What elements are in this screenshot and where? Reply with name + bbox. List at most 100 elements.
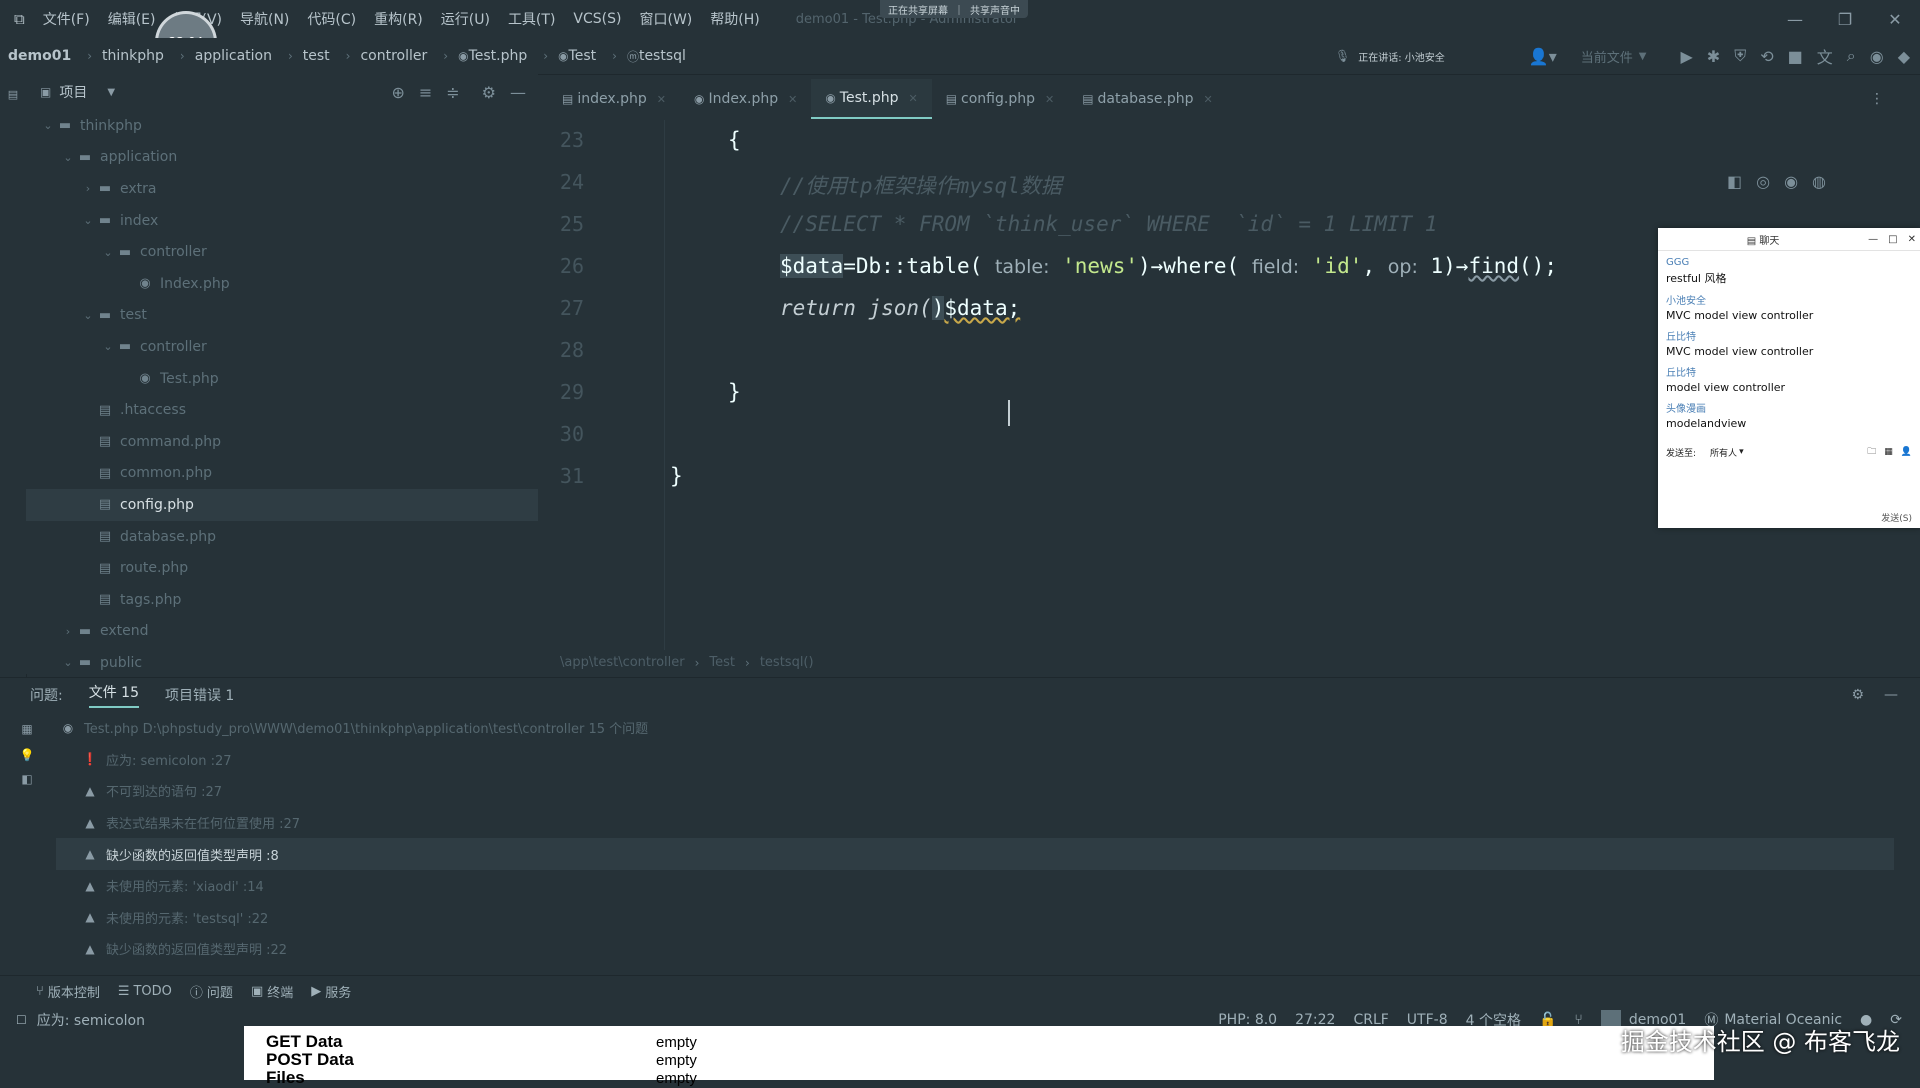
- tool-version-control[interactable]: 版本控制: [48, 982, 100, 1001]
- crumb-class[interactable]: Test: [709, 655, 735, 670]
- crumb-method[interactable]: testsql(): [760, 655, 814, 670]
- edge-icon[interactable]: ◍: [1812, 172, 1826, 191]
- close-tab-icon[interactable]: ✕: [657, 93, 666, 106]
- chevron-down-icon[interactable]: ⌄: [40, 119, 56, 132]
- problem-item[interactable]: ▲ 未使用的元素: 'testsql' :22: [56, 902, 1894, 934]
- tool-terminal[interactable]: 终端: [267, 982, 293, 1001]
- terminal-icon[interactable]: ▣: [251, 984, 263, 999]
- breadcrumb-item-4[interactable]: controller: [360, 48, 427, 64]
- tree-item[interactable]: ▤ common.php: [26, 458, 538, 490]
- close-tab-icon[interactable]: ✕: [1045, 93, 1054, 106]
- minimize-icon[interactable]: —: [1868, 234, 1878, 245]
- tree-item[interactable]: ▤ command.php: [26, 426, 538, 458]
- user-icon[interactable]: 👤▾: [1529, 47, 1557, 66]
- problems-file-header[interactable]: ◉ Test.php D:\phpstudy_pro\WWW\demo01\th…: [56, 712, 1894, 744]
- breadcrumb-item-2[interactable]: application: [195, 48, 272, 64]
- stop-icon[interactable]: ■: [1788, 47, 1803, 66]
- menu-item-9[interactable]: 窗口(W): [639, 9, 692, 29]
- problem-item[interactable]: ❗ 应为: semicolon :27: [56, 744, 1894, 776]
- chevron-down-icon[interactable]: ▼: [1639, 51, 1647, 62]
- chevron-down-icon[interactable]: ▾: [1739, 447, 1744, 457]
- close-tab-icon[interactable]: ✕: [908, 92, 917, 105]
- project-tool-icon[interactable]: ▤: [0, 88, 26, 101]
- restore-icon[interactable]: ❐: [1820, 10, 1870, 29]
- phpstorm-preview-icon[interactable]: ◧: [1727, 172, 1742, 191]
- settings-icon[interactable]: ◉: [1870, 47, 1884, 66]
- run-icon[interactable]: ▶: [1680, 47, 1692, 66]
- lightbulb-icon[interactable]: 💡: [0, 748, 54, 762]
- tree-item[interactable]: ⌄ ▬ index: [26, 205, 538, 237]
- tree-item[interactable]: › ▬ extra: [26, 173, 538, 205]
- firefox-icon[interactable]: ◉: [1784, 172, 1798, 191]
- translate-icon[interactable]: 文: [1817, 44, 1833, 68]
- chevron-right-icon[interactable]: ›: [60, 625, 76, 638]
- chevron-down-icon[interactable]: ⌄: [100, 246, 116, 259]
- breadcrumb-item-5[interactable]: Test.php: [469, 48, 528, 64]
- chrome-icon[interactable]: ◎: [1756, 172, 1770, 191]
- hide-panel-icon[interactable]: —: [1884, 687, 1898, 703]
- tool-todo[interactable]: TODO: [133, 984, 171, 999]
- hide-panel-icon[interactable]: —: [510, 83, 526, 102]
- problem-item[interactable]: ▲ 表达式结果未在任何位置使用 :27: [56, 807, 1894, 839]
- menu-item-3[interactable]: 导航(N): [240, 9, 289, 29]
- tree-item[interactable]: › ▬ extend: [26, 616, 538, 648]
- tree-item[interactable]: ▤ tags.php: [26, 584, 538, 616]
- problem-item[interactable]: ▲ 不可到达的语句 :27: [56, 775, 1894, 807]
- problem-item[interactable]: ▲ 缺少函数的返回值类型声明 :8: [56, 838, 1894, 870]
- send-to-select[interactable]: 所有人: [1710, 446, 1737, 459]
- menu-item-6[interactable]: 运行(U): [441, 9, 490, 29]
- group-icon[interactable]: ▦: [0, 722, 54, 736]
- problem-item[interactable]: ▲ 缺少函数的返回值类型声明 :22: [56, 933, 1894, 965]
- tree-item[interactable]: ◉ Test.php: [26, 363, 538, 395]
- project-panel-title[interactable]: 项目: [59, 82, 87, 102]
- tree-item[interactable]: ⌄ ▬ thinkphp: [26, 110, 538, 142]
- expand-all-icon[interactable]: ≡: [419, 83, 432, 102]
- chevron-down-icon[interactable]: ⌄: [60, 151, 76, 164]
- tab-0[interactable]: ▤ index.php ✕: [548, 80, 680, 118]
- close-icon[interactable]: ✕: [1908, 234, 1916, 245]
- collapse-all-icon[interactable]: ≑: [446, 83, 459, 102]
- problems-icon[interactable]: ⓘ: [190, 982, 203, 1001]
- preview-icon[interactable]: ◧: [0, 772, 54, 786]
- screenshot-icon[interactable]: ▦: [1884, 447, 1893, 457]
- status-checkbox-icon[interactable]: ☐: [16, 1013, 27, 1027]
- minimize-icon[interactable]: —: [1770, 10, 1820, 29]
- tab-project-errors[interactable]: 项目错误 1: [165, 685, 234, 705]
- run-config-select[interactable]: 当前文件: [1581, 47, 1633, 66]
- chevron-down-icon[interactable]: ⌄: [100, 340, 116, 353]
- chevron-down-icon[interactable]: ⌄: [80, 214, 96, 227]
- search-icon[interactable]: ⌕: [1847, 46, 1856, 66]
- gear-icon[interactable]: ⚙: [1851, 687, 1864, 703]
- tab-1[interactable]: ◉ Index.php ✕: [680, 80, 811, 118]
- menu-item-5[interactable]: 重构(R): [374, 9, 423, 29]
- tree-item[interactable]: ⌄ ▬ test: [26, 300, 538, 332]
- tab-file-problems[interactable]: 文件 15: [88, 682, 139, 708]
- crumb-namespace[interactable]: \app\test\controller: [560, 655, 685, 670]
- breadcrumb-item-0[interactable]: demo01: [8, 48, 71, 64]
- tree-item[interactable]: ▤ database.php: [26, 521, 538, 553]
- tab-4[interactable]: ▤ database.php ✕: [1068, 80, 1227, 118]
- close-tab-icon[interactable]: ✕: [788, 93, 797, 106]
- tree-item[interactable]: ▤ .htaccess: [26, 394, 538, 426]
- close-tab-icon[interactable]: ✕: [1204, 93, 1213, 106]
- menu-item-1[interactable]: 编辑(E): [108, 9, 156, 29]
- problem-item[interactable]: ▲ 未使用的元素: 'xiaodi' :14: [56, 870, 1894, 902]
- close-icon[interactable]: ✕: [1870, 10, 1920, 29]
- tree-item[interactable]: ▤ config.php: [26, 489, 538, 521]
- plugin-icon[interactable]: ◆: [1898, 47, 1910, 66]
- tree-item[interactable]: ▤ route.php: [26, 552, 538, 584]
- tree-item[interactable]: ◉ Index.php: [26, 268, 538, 300]
- menu-item-0[interactable]: 文件(F): [43, 9, 90, 29]
- tree-item[interactable]: ⌄ ▬ controller: [26, 331, 538, 363]
- breadcrumb-item-1[interactable]: thinkphp: [102, 48, 164, 64]
- locate-icon[interactable]: ⊕: [391, 83, 404, 102]
- coverage-icon[interactable]: ⛨: [1734, 46, 1746, 66]
- breadcrumb-item-6[interactable]: Test: [569, 48, 597, 64]
- tool-problems[interactable]: 问题: [207, 982, 233, 1001]
- send-button[interactable]: 发送(S): [1881, 511, 1912, 524]
- file-icon[interactable]: 🗀: [1867, 444, 1876, 460]
- menu-item-8[interactable]: VCS(S): [573, 11, 621, 27]
- chevron-down-icon[interactable]: ⌄: [80, 309, 96, 322]
- more-tabs-icon[interactable]: ⋮: [1870, 91, 1884, 107]
- version-control-icon[interactable]: ⑂: [36, 984, 44, 999]
